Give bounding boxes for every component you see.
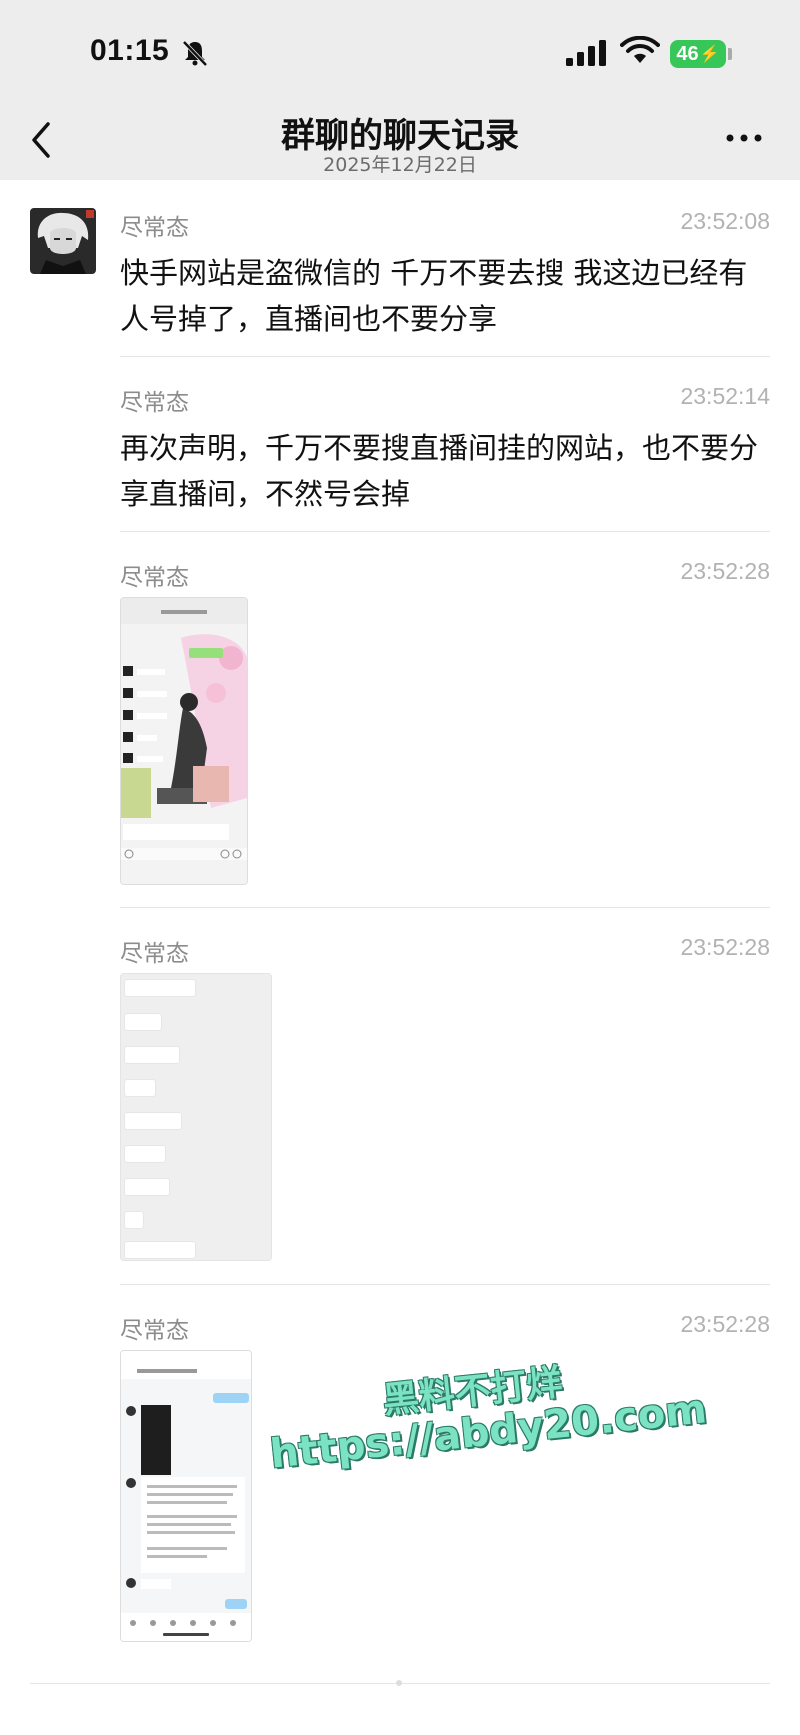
divider	[120, 907, 770, 908]
signal-icon	[566, 40, 606, 66]
message-time: 23:52:28	[680, 558, 770, 584]
screenshot-image-content	[121, 1351, 251, 1641]
image-bubble	[125, 980, 195, 996]
message-time: 23:52:14	[680, 383, 770, 409]
divider	[120, 356, 770, 357]
battery-icon: 46 ⚡	[670, 40, 726, 68]
image-bubble	[125, 1146, 165, 1162]
message-time: 23:52:28	[680, 934, 770, 960]
divider	[120, 531, 770, 532]
status-time: 01:15	[90, 34, 170, 67]
image-bubble	[125, 1242, 195, 1258]
message-text: 再次声明，千万不要搜直播间挂的网站，也不要分享直播间，不然号会掉	[120, 431, 759, 511]
sender-name: 尽常态	[120, 390, 189, 416]
message-item: 尽常态 23:52:28	[120, 934, 770, 974]
image-bubble	[125, 1212, 143, 1228]
message-item[interactable]: 尽常态 23:52:08 快手网站是盗微信的 千万不要去搜 我这边已经有人号掉了…	[120, 208, 770, 336]
more-icon[interactable]	[724, 130, 764, 146]
sender-name: 尽常态	[120, 565, 189, 591]
battery-level: 46	[676, 42, 699, 65]
image-bubble	[125, 1047, 179, 1063]
image-bubble	[125, 1080, 155, 1096]
sender-name: 尽常态	[120, 1318, 189, 1344]
divider	[120, 1284, 770, 1285]
page-date: 2025年12月22日	[323, 154, 477, 176]
sender-name: 尽常态	[120, 215, 189, 241]
screenshot-image[interactable]	[120, 597, 248, 885]
message-time: 23:52:08	[680, 208, 770, 234]
screenshot-image[interactable]	[120, 1350, 252, 1642]
message-item: 尽常态 23:52:28	[120, 558, 770, 598]
message-text: 快手网站是盗微信的 千万不要去搜 我这边已经有人号掉了，直播间也不要分享	[120, 256, 748, 336]
message-item[interactable]: 尽常态 23:52:14 再次声明，千万不要搜直播间挂的网站，也不要分享直播间，…	[120, 383, 770, 511]
image-bubble	[125, 1113, 181, 1129]
avatar[interactable]	[30, 208, 96, 274]
screenshot-image-content	[121, 598, 247, 884]
bottom-dot	[396, 1680, 402, 1686]
wifi-icon	[620, 36, 660, 63]
message-item: 尽常态 23:52:28	[120, 1311, 770, 1351]
bell-muted-icon	[182, 40, 208, 67]
top-bar: 01:15 46 ⚡ 群聊的聊天记录 2025年12月22日	[0, 0, 800, 180]
image-bubble	[125, 1179, 169, 1195]
message-time: 23:52:28	[680, 1311, 770, 1337]
battery-tip	[728, 48, 732, 60]
image-bubble	[125, 1014, 161, 1030]
screenshot-image[interactable]	[120, 973, 272, 1261]
sender-name: 尽常态	[120, 941, 189, 967]
